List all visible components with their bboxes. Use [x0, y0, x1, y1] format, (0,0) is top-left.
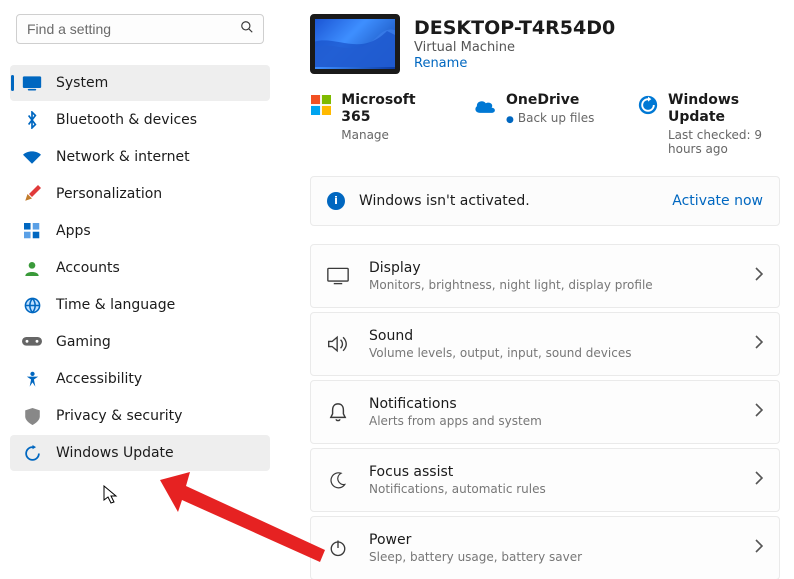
sidebar-item-network[interactable]: Network & internet	[10, 139, 270, 175]
power-icon	[327, 537, 349, 559]
onedrive-icon	[474, 94, 496, 116]
sidebar-item-privacy[interactable]: Privacy & security	[10, 398, 270, 434]
bluetooth-icon	[22, 110, 42, 130]
card-power[interactable]: Power Sleep, battery usage, battery save…	[310, 516, 780, 579]
system-icon	[22, 73, 42, 93]
paintbrush-icon	[22, 184, 42, 204]
sidebar-item-bluetooth[interactable]: Bluetooth & devices	[10, 102, 270, 138]
card-sub: Sleep, battery usage, battery saver	[369, 550, 582, 564]
status-title: Windows Update	[668, 92, 780, 126]
card-title: Sound	[369, 328, 631, 344]
status-sub: Last checked: 9 hours ago	[668, 128, 780, 156]
status-title: OneDrive	[506, 92, 594, 109]
chevron-right-icon	[755, 539, 763, 557]
sound-icon	[327, 333, 349, 355]
accessibility-icon	[22, 369, 42, 389]
card-title: Focus assist	[369, 464, 546, 480]
wifi-icon	[22, 147, 42, 167]
sidebar-label: Network & internet	[56, 149, 190, 165]
apps-icon	[22, 221, 42, 241]
sidebar-item-windows-update[interactable]: Windows Update	[10, 435, 270, 471]
sidebar-item-accounts[interactable]: Accounts	[10, 250, 270, 286]
status-sub: ●Back up files	[506, 111, 594, 125]
chevron-right-icon	[755, 335, 763, 353]
bell-icon	[327, 401, 349, 423]
chevron-right-icon	[755, 471, 763, 489]
sidebar-item-system[interactable]: System	[10, 65, 270, 101]
status-microsoft365[interactable]: Microsoft 365 Manage	[310, 92, 446, 156]
settings-sidebar: System Bluetooth & devices Network & int…	[0, 0, 280, 579]
sidebar-label: Apps	[56, 223, 91, 239]
shield-icon	[22, 406, 42, 426]
card-title: Power	[369, 532, 582, 548]
moon-icon	[327, 469, 349, 491]
update-status-icon	[638, 94, 658, 116]
display-icon	[327, 265, 349, 287]
sidebar-label: Time & language	[56, 297, 175, 313]
status-onedrive[interactable]: OneDrive ●Back up files	[474, 92, 610, 156]
sidebar-item-accessibility[interactable]: Accessibility	[10, 361, 270, 397]
activation-message: Windows isn't activated.	[359, 193, 530, 209]
globe-icon	[22, 295, 42, 315]
status-sub: Manage	[341, 128, 446, 142]
gaming-icon	[22, 332, 42, 352]
card-title: Display	[369, 260, 653, 276]
card-sub: Volume levels, output, input, sound devi…	[369, 346, 631, 360]
sidebar-label: Gaming	[56, 334, 111, 350]
card-sub: Monitors, brightness, night light, displ…	[369, 278, 653, 292]
card-notifications[interactable]: Notifications Alerts from apps and syste…	[310, 380, 780, 444]
status-strip: Microsoft 365 Manage OneDrive ●Back up f…	[310, 92, 780, 156]
card-title: Notifications	[369, 396, 542, 412]
update-icon	[22, 443, 42, 463]
settings-cards: Display Monitors, brightness, night ligh…	[310, 244, 780, 579]
sidebar-label: Bluetooth & devices	[56, 112, 197, 128]
status-title: Microsoft 365	[341, 92, 446, 126]
card-sub: Alerts from apps and system	[369, 414, 542, 428]
sidebar-item-apps[interactable]: Apps	[10, 213, 270, 249]
sidebar-item-personalization[interactable]: Personalization	[10, 176, 270, 212]
sidebar-label: Windows Update	[56, 445, 174, 461]
sidebar-item-gaming[interactable]: Gaming	[10, 324, 270, 360]
info-icon: i	[327, 192, 345, 210]
card-display[interactable]: Display Monitors, brightness, night ligh…	[310, 244, 780, 308]
card-focus-assist[interactable]: Focus assist Notifications, automatic ru…	[310, 448, 780, 512]
sidebar-label: System	[56, 75, 108, 91]
sidebar-label: Privacy & security	[56, 408, 182, 424]
activation-banner[interactable]: i Windows isn't activated. Activate now	[310, 176, 780, 226]
sidebar-label: Accessibility	[56, 371, 142, 387]
chevron-right-icon	[755, 267, 763, 285]
nav-list: System Bluetooth & devices Network & int…	[10, 64, 270, 472]
sidebar-item-time-language[interactable]: Time & language	[10, 287, 270, 323]
sidebar-label: Personalization	[56, 186, 162, 202]
search-container	[16, 14, 264, 44]
card-sub: Notifications, automatic rules	[369, 482, 546, 496]
main-panel: DESKTOP-T4R54D0 Virtual Machine Rename M…	[280, 0, 794, 579]
pc-info: DESKTOP-T4R54D0 Virtual Machine Rename	[414, 17, 615, 71]
pc-name: DESKTOP-T4R54D0	[414, 17, 615, 39]
activate-now-link[interactable]: Activate now	[672, 193, 763, 209]
accounts-icon	[22, 258, 42, 278]
status-sub-text: Back up files	[518, 111, 595, 125]
search-icon	[240, 20, 254, 38]
card-sound[interactable]: Sound Volume levels, output, input, soun…	[310, 312, 780, 376]
search-input[interactable]	[16, 14, 264, 44]
rename-link[interactable]: Rename	[414, 56, 615, 71]
chevron-right-icon	[755, 403, 763, 421]
sidebar-label: Accounts	[56, 260, 120, 276]
pc-header: DESKTOP-T4R54D0 Virtual Machine Rename	[310, 14, 780, 74]
m365-icon	[310, 94, 331, 116]
status-windows-update[interactable]: Windows Update Last checked: 9 hours ago	[638, 92, 780, 156]
pc-wallpaper-thumb	[310, 14, 400, 74]
pc-type: Virtual Machine	[414, 40, 615, 55]
